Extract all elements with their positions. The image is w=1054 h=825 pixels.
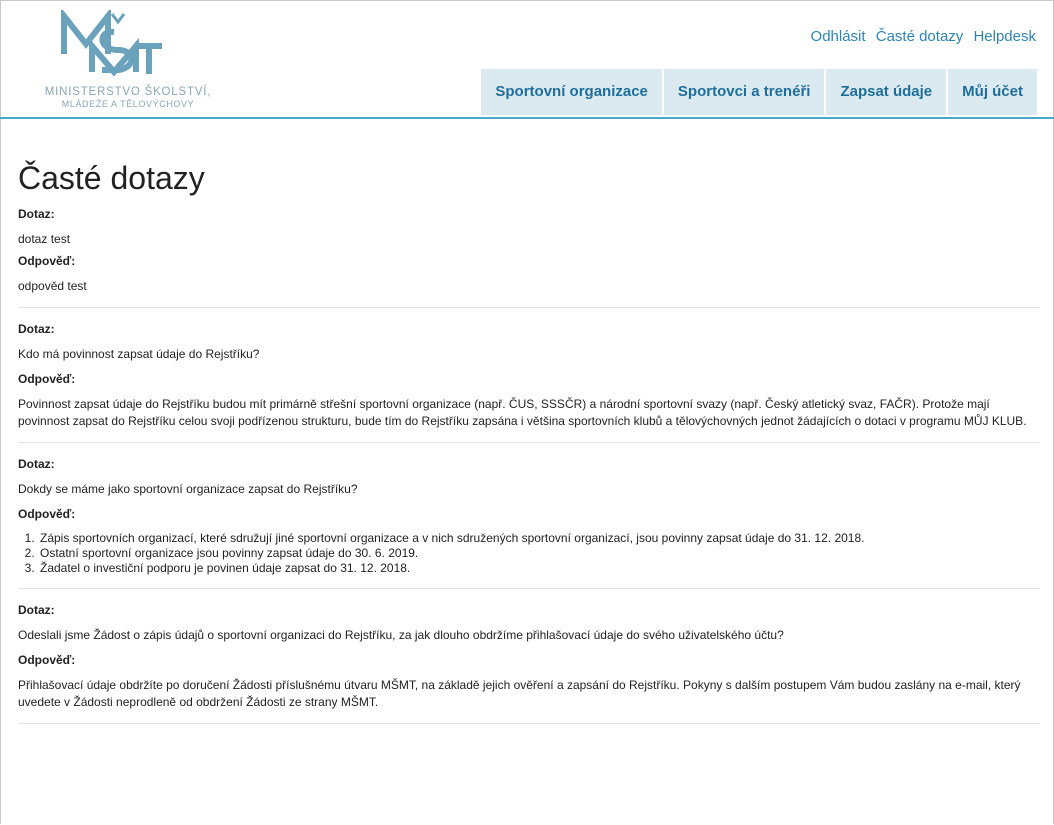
logout-link[interactable]: Odhlásit xyxy=(811,28,866,45)
nav-enter-data[interactable]: Zapsat údaje xyxy=(826,69,947,115)
header-divider xyxy=(0,117,1054,119)
logo-text: MINISTERSTVO ŠKOLSTVÍ, MLÁDEŽE A TĚLOVÝC… xyxy=(18,86,238,110)
nav-my-account[interactable]: Můj účet xyxy=(948,69,1037,115)
helpdesk-link[interactable]: Helpdesk xyxy=(973,28,1036,45)
msmt-logo[interactable]: MINISTERSTVO ŠKOLSTVÍ, MLÁDEŽE A TĚLOVÝC… xyxy=(18,10,218,110)
logo-line-1: MINISTERSTVO ŠKOLSTVÍ, xyxy=(44,86,212,98)
nav-athletes-coaches[interactable]: Sportovci a trenéři xyxy=(663,69,825,115)
logo-line-2: MLÁDEŽE A TĚLOVÝCHOVY xyxy=(61,99,195,109)
page-frame xyxy=(0,0,1054,824)
top-links: Odhlásit Časté dotazy Helpdesk xyxy=(805,28,1036,45)
nav-sport-organizations[interactable]: Sportovní organizace xyxy=(481,69,662,115)
msmt-logo-mark xyxy=(61,10,162,77)
faq-link[interactable]: Časté dotazy xyxy=(876,28,964,45)
site-header: MINISTERSTVO ŠKOLSTVÍ, MLÁDEŽE A TĚLOVÝC… xyxy=(0,0,1054,119)
main-nav: Sportovní organizace Sportovci a trenéři… xyxy=(479,69,1037,115)
